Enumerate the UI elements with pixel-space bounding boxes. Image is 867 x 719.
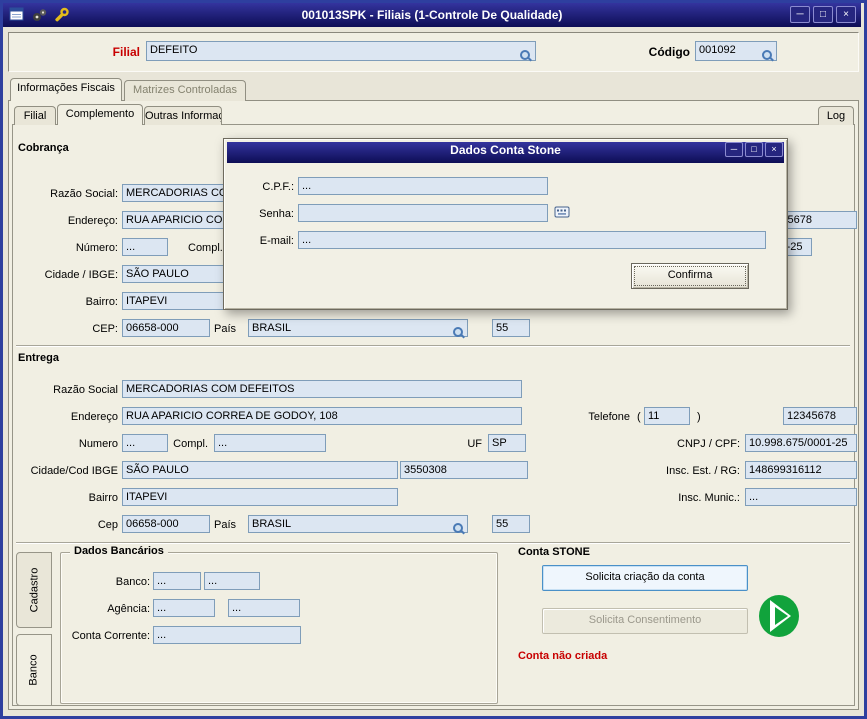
- gears-icon[interactable]: [31, 7, 48, 23]
- report-icon[interactable]: [9, 7, 26, 23]
- window-titlebar: 001013SPK - Filiais (1-Controle De Quali…: [3, 3, 861, 27]
- cobranca-razao-label: Razão Social:: [8, 187, 118, 201]
- telefone-close-paren: ): [697, 410, 705, 424]
- dialog-maximize-button[interactable]: □: [745, 142, 763, 157]
- section-divider: [16, 345, 850, 347]
- entrega-pais-field[interactable]: BRASIL: [248, 515, 468, 533]
- conta-corrente-label: Conta Corrente:: [64, 629, 150, 643]
- cobranca-cep-field[interactable]: 06658-000: [122, 319, 210, 337]
- conta-corrente-field[interactable]: ...: [153, 626, 301, 644]
- entrega-compl-label: Compl.: [172, 437, 208, 451]
- cobranca-bairro-label: Bairro:: [8, 295, 118, 309]
- solicita-consentimento-button[interactable]: Solicita Consentimento: [542, 608, 748, 634]
- maximize-button[interactable]: □: [813, 6, 833, 23]
- confirma-button[interactable]: Confirma: [631, 263, 749, 289]
- filial-lookup-icon[interactable]: [519, 49, 532, 62]
- dialog-minimize-button[interactable]: ─: [725, 142, 743, 157]
- wrench-icon[interactable]: [53, 7, 70, 23]
- conta-status-text: Conta não criada: [518, 650, 607, 662]
- entrega-uf-label: UF: [462, 437, 482, 451]
- vtab-cadastro[interactable]: Cadastro: [16, 552, 52, 628]
- solicita-criacao-button[interactable]: Solicita criação da conta: [542, 565, 748, 591]
- senha-label: Senha:: [234, 207, 294, 221]
- tab-complemento[interactable]: Complemento: [57, 104, 143, 125]
- entrega-pais-lookup-icon[interactable]: [452, 522, 465, 535]
- entrega-title: Entrega: [18, 352, 59, 364]
- cpf-label: C.P.F.:: [234, 180, 294, 194]
- filial-label: Filial: [75, 45, 140, 59]
- dados-bancarios-title: Dados Bancários: [70, 545, 168, 557]
- agencia-codigo-field[interactable]: ...: [153, 599, 215, 617]
- cobranca-title: Cobrança: [18, 142, 69, 154]
- section-divider-2: [16, 542, 850, 544]
- window-title: 001013SPK - Filiais (1-Controle De Quali…: [3, 8, 861, 22]
- tab-log[interactable]: Log: [818, 106, 854, 125]
- cobranca-pais-lookup-icon[interactable]: [452, 326, 465, 339]
- banco-label: Banco:: [64, 575, 150, 589]
- entrega-numero-field[interactable]: ...: [122, 434, 168, 452]
- cobranca-numero-field[interactable]: ...: [122, 238, 168, 256]
- entrega-razao-field[interactable]: MERCADORIAS COM DEFEITOS: [122, 380, 522, 398]
- senha-field[interactable]: [298, 204, 548, 222]
- cobranca-endereco-label: Endereço:: [8, 214, 118, 228]
- cobranca-pais-label: País: [214, 322, 244, 336]
- banco-nome-field[interactable]: ...: [204, 572, 260, 590]
- tab-filial[interactable]: Filial: [14, 106, 56, 125]
- cobranca-cidade-label: Cidade / IBGE:: [8, 268, 118, 282]
- entrega-cep-label: Cep: [8, 518, 118, 532]
- stone-status-icon[interactable]: [756, 592, 802, 643]
- entrega-cnpj-field[interactable]: 10.998.675/0001-25: [745, 434, 857, 452]
- entrega-pais-label: País: [214, 518, 244, 532]
- vtab-banco-label: Banco: [28, 654, 40, 685]
- minimize-button[interactable]: ─: [790, 6, 810, 23]
- agencia-label: Agência:: [64, 602, 150, 616]
- entrega-insc-mun-field[interactable]: ...: [745, 488, 857, 506]
- vtab-cadastro-label: Cadastro: [28, 568, 40, 613]
- entrega-ddi-field[interactable]: 55: [492, 515, 530, 533]
- entrega-insc-est-field[interactable]: 148699316112: [745, 461, 857, 479]
- entrega-numero-label: Numero: [8, 437, 118, 451]
- entrega-insc-mun-label: Insc. Munic.:: [630, 491, 740, 505]
- entrega-insc-est-label: Insc. Est. / RG:: [630, 464, 740, 478]
- entrega-endereco-field[interactable]: RUA APARICIO CORREA DE GODOY, 108: [122, 407, 522, 425]
- close-button[interactable]: ×: [836, 6, 856, 23]
- entrega-ddd-field[interactable]: 11: [644, 407, 690, 425]
- codigo-label: Código: [628, 45, 690, 59]
- cobranca-ddi-field[interactable]: 55: [492, 319, 530, 337]
- entrega-razao-label: Razão Social: [8, 383, 118, 397]
- cobranca-cep-label: CEP:: [8, 322, 118, 336]
- cobranca-numero-label: Número:: [8, 241, 118, 255]
- conta-stone-title: Conta STONE: [518, 546, 590, 558]
- banco-codigo-field[interactable]: ...: [153, 572, 201, 590]
- dialog-dados-conta-stone: Dados Conta Stone ─ □ × C.P.F.: ... Senh…: [223, 138, 788, 310]
- entrega-cidade-label: Cidade/Cod IBGE: [8, 464, 118, 478]
- cobranca-pais-field[interactable]: BRASIL: [248, 319, 468, 337]
- entrega-endereco-label: Endereço: [8, 410, 118, 424]
- vtab-banco[interactable]: Banco: [16, 634, 52, 706]
- tab-informacoes-fiscais[interactable]: Informações Fiscais: [10, 78, 122, 101]
- entrega-bairro-field[interactable]: ITAPEVI: [122, 488, 398, 506]
- cpf-field[interactable]: ...: [298, 177, 548, 195]
- entrega-cep-field[interactable]: 06658-000: [122, 515, 210, 533]
- entrega-cnpj-label: CNPJ / CPF:: [630, 437, 740, 451]
- agencia-digito-field[interactable]: ...: [228, 599, 300, 617]
- codigo-lookup-icon[interactable]: [761, 49, 774, 62]
- entrega-uf-field[interactable]: SP: [488, 434, 526, 452]
- tab-matrizes-controladas[interactable]: Matrizes Controladas: [124, 80, 246, 101]
- filial-field[interactable]: DEFEITO: [146, 41, 536, 61]
- email-label: E-mail:: [234, 234, 294, 248]
- entrega-telefone-label: Telefone: [572, 410, 630, 424]
- senha-keyboard-icon[interactable]: [554, 204, 571, 223]
- entrega-telefone-field[interactable]: 12345678: [783, 407, 857, 425]
- entrega-cidade-field[interactable]: SÃO PAULO: [122, 461, 398, 479]
- email-field[interactable]: ...: [298, 231, 766, 249]
- entrega-ibge-field[interactable]: 3550308: [400, 461, 528, 479]
- entrega-bairro-label: Bairro: [8, 491, 118, 505]
- dialog-close-button[interactable]: ×: [765, 142, 783, 157]
- entrega-compl-field[interactable]: ...: [214, 434, 326, 452]
- dialog-title: Dados Conta Stone: [224, 143, 787, 157]
- tab-outras-informacoes[interactable]: Outras Informações: [144, 106, 222, 125]
